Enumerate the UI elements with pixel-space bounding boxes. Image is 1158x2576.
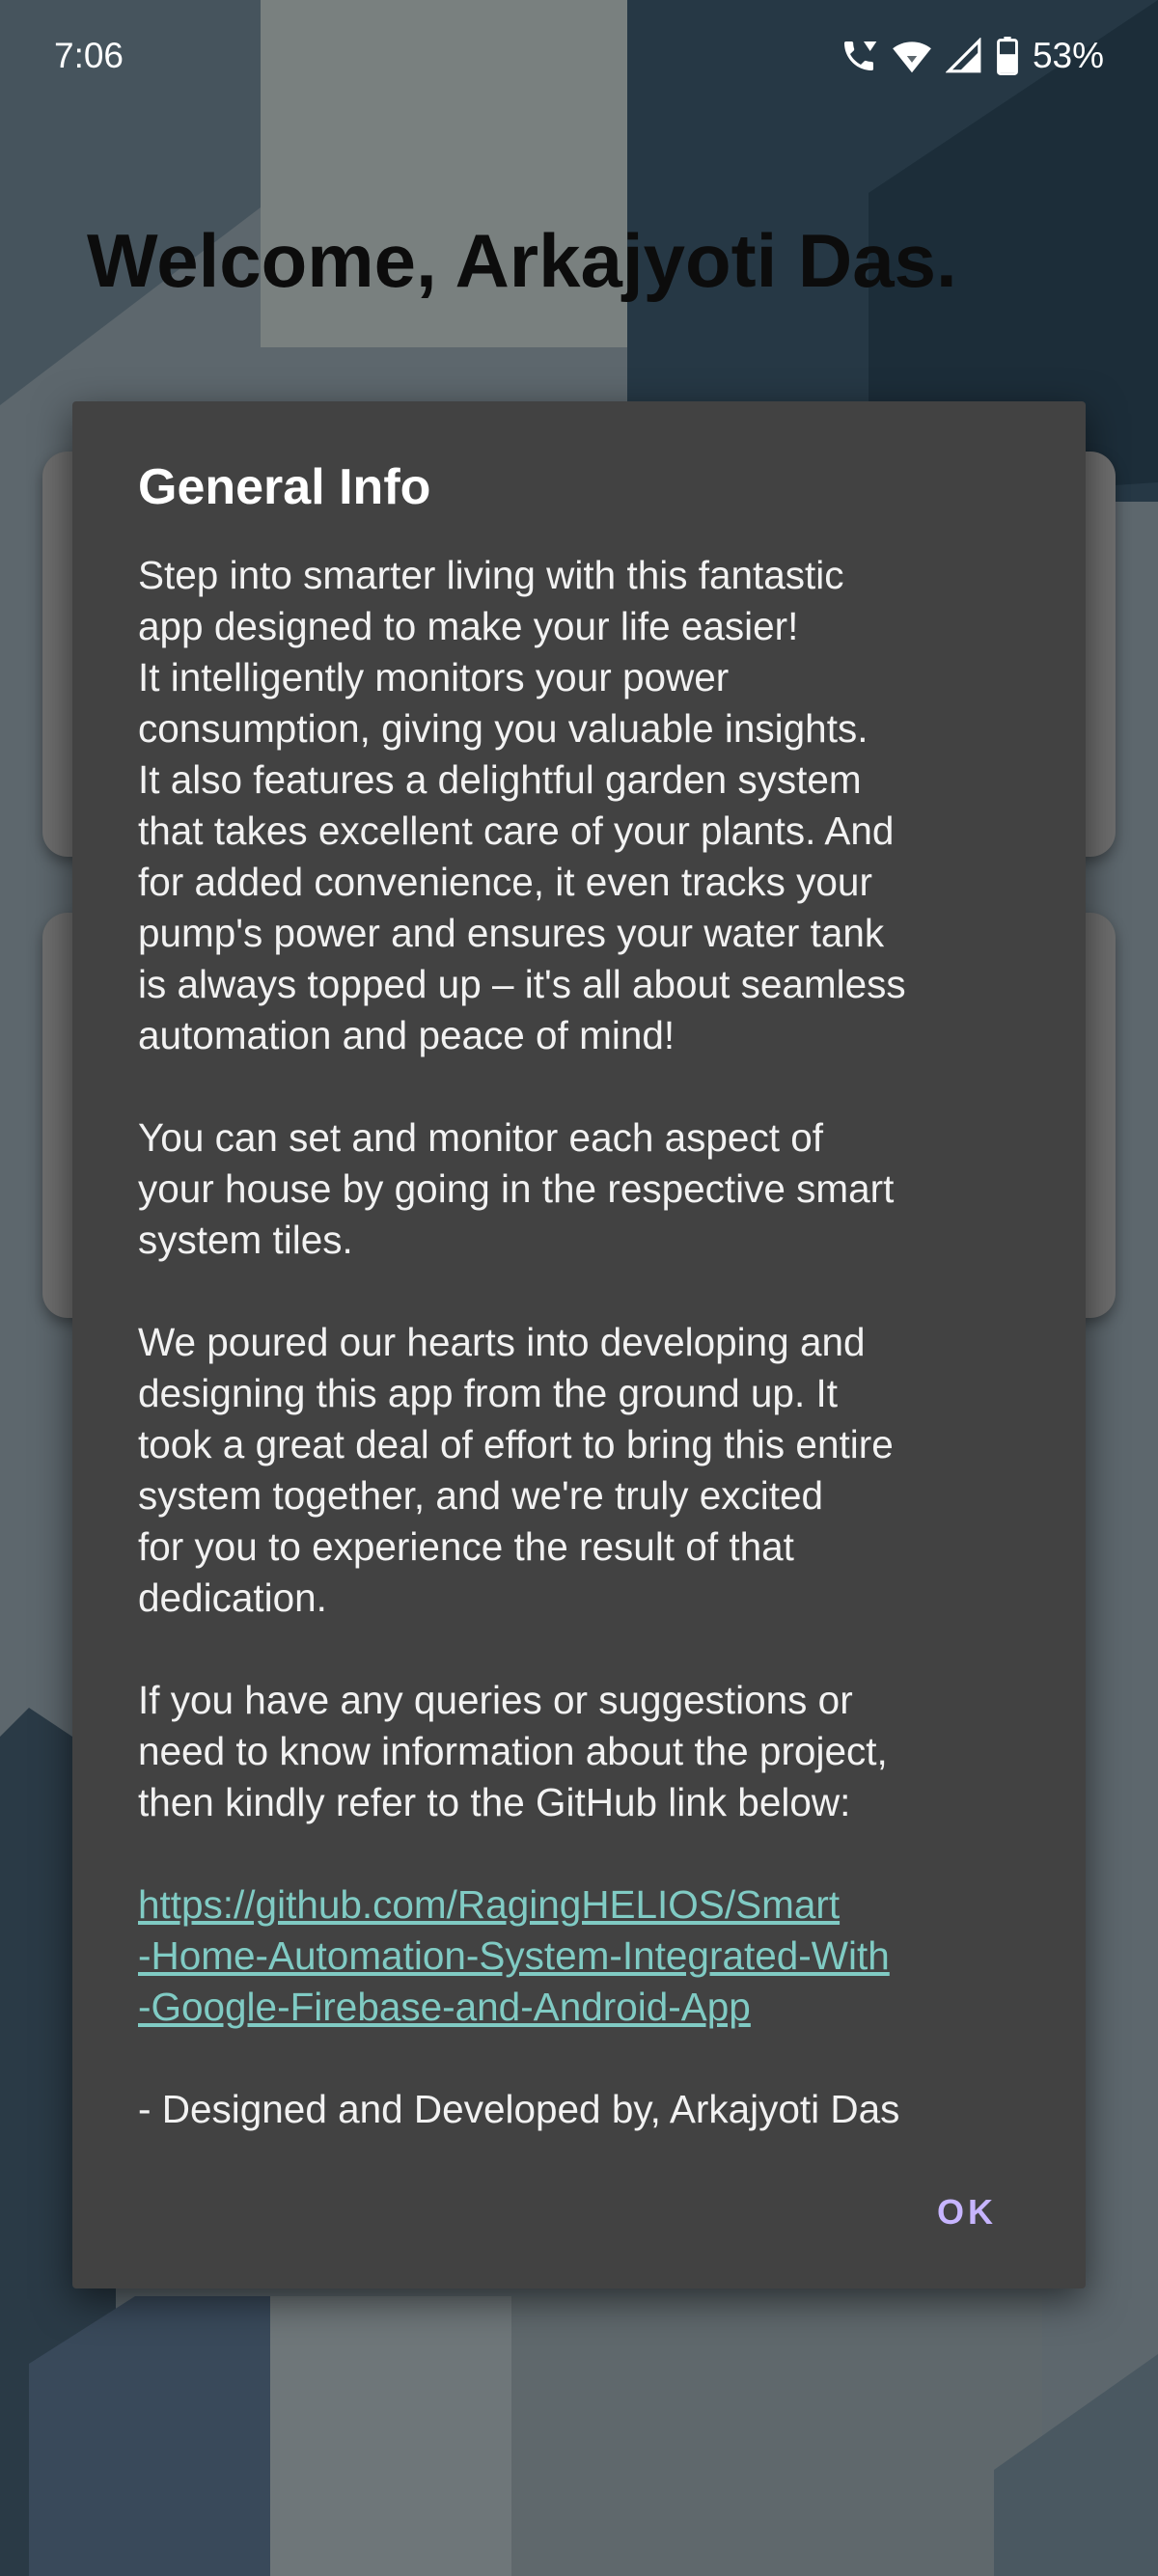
dialog-title: General Info [138, 459, 431, 515]
battery-percent: 53% [1032, 36, 1104, 75]
ok-button[interactable]: OK [927, 2186, 1006, 2238]
status-time: 7:06 [54, 36, 124, 75]
status-icons: 53% [840, 35, 1104, 77]
github-link[interactable]: https://github.com/RagingHELIOS/Smart -H… [138, 1879, 1035, 2033]
dialog-paragraph: Step into smarter living with this fanta… [138, 553, 906, 1057]
dialog-body: Step into smarter living with this fanta… [138, 550, 1035, 2135]
call-wifi-icon [840, 37, 878, 75]
dialog-paragraph: We poured our hearts into developing and… [138, 1320, 894, 1620]
wifi-icon [892, 38, 932, 74]
welcome-heading: Welcome, Arkajyoti Das. [87, 218, 957, 303]
battery-icon [996, 37, 1019, 75]
dialog-paragraph: If you have any queries or suggestions o… [138, 1678, 888, 1824]
cellular-signal-icon [945, 38, 982, 74]
general-info-dialog: General Info Step into smarter living wi… [72, 401, 1086, 2288]
status-bar: 7:06 53% [0, 0, 1158, 116]
dialog-paragraph: You can set and monitor each aspect of y… [138, 1115, 895, 1262]
dialog-signature: - Designed and Developed by, Arkajyoti D… [138, 2087, 900, 2131]
